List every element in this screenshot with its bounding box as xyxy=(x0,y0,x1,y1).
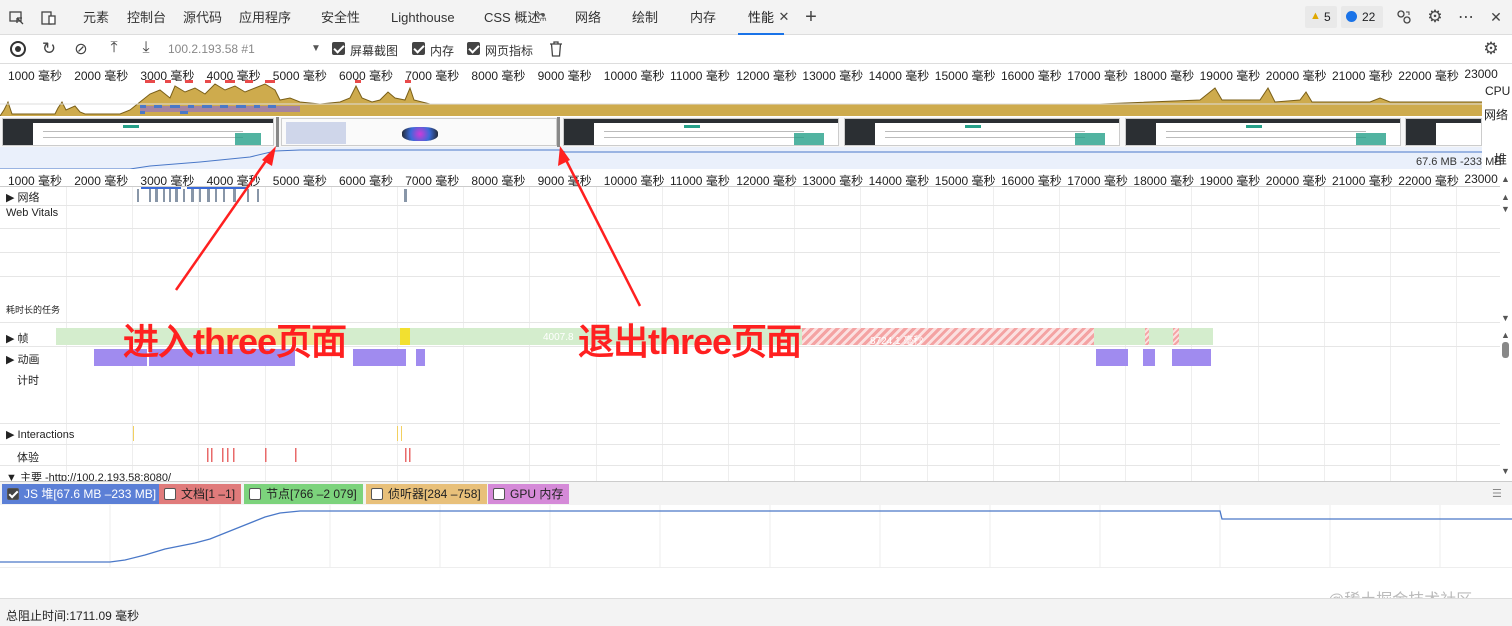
memory-counters-bar: JS 堆[67.6 MB –233 MB] 文档[1 –1] 节点[766 –2… xyxy=(0,481,1512,505)
nodes-counter-label: 节点[766 –2 079] xyxy=(266,487,357,501)
js-heap-checkbox[interactable] xyxy=(7,488,19,500)
resize-handle-icon[interactable]: ☰ xyxy=(1492,487,1502,500)
listeners-counter[interactable]: 侦听器[284 –758] xyxy=(366,484,487,504)
total-blocking-time: 总阻止时间:1711.09 毫秒 xyxy=(6,609,140,623)
listeners-checkbox[interactable] xyxy=(371,488,383,500)
documents-checkbox[interactable] xyxy=(164,488,176,500)
annotation-exit: 退出three页面 xyxy=(578,321,802,362)
gpu-memory-counter-label: GPU 内存 xyxy=(510,487,564,501)
gpu-memory-counter[interactable]: GPU 内存 xyxy=(488,484,570,504)
js-heap-line xyxy=(0,505,1512,567)
annotation-arrows xyxy=(174,146,642,307)
memory-chart[interactable] xyxy=(0,505,1512,567)
documents-counter-label: 文档[1 –1] xyxy=(181,487,236,501)
listeners-counter-label: 侦听器[284 –758] xyxy=(388,487,481,501)
gpu-memory-checkbox[interactable] xyxy=(493,488,505,500)
annotation-enter: 进入three页面 xyxy=(123,321,347,362)
js-heap-counter[interactable]: JS 堆[67.6 MB –233 MB] xyxy=(2,484,163,504)
documents-counter[interactable]: 文档[1 –1] xyxy=(159,484,242,504)
nodes-counter[interactable]: 节点[766 –2 079] xyxy=(244,484,363,504)
js-heap-counter-label: JS 堆[67.6 MB –233 MB] xyxy=(24,487,157,501)
nodes-checkbox[interactable] xyxy=(249,488,261,500)
status-bar: 总阻止时间:1711.09 毫秒 xyxy=(0,598,1512,626)
memory-chart-footer xyxy=(0,567,1512,598)
